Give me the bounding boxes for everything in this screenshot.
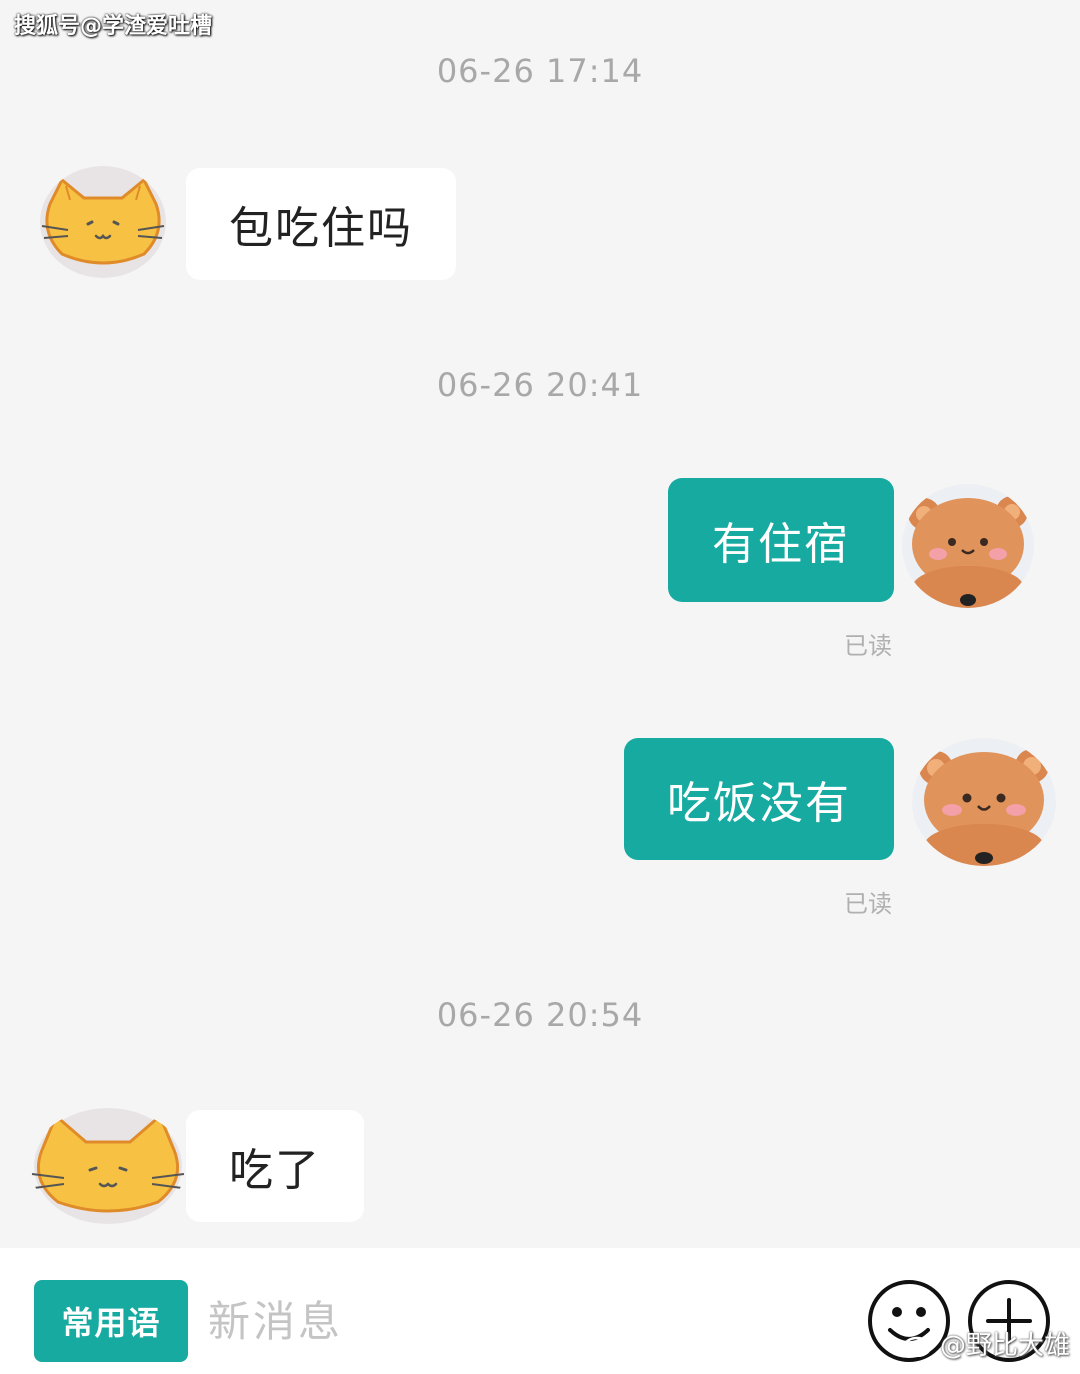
timestamp: 06-26 20:41 [436, 366, 644, 404]
message-bubble-outgoing[interactable]: 有住宿 [668, 478, 894, 602]
watermark-bottom-text: @野比大雄 [939, 1331, 1070, 1361]
self-avatar[interactable] [912, 738, 1056, 866]
message-bubble-incoming[interactable]: 吃了 [186, 1110, 364, 1222]
timestamp: 06-26 17:14 [436, 52, 644, 90]
quick-phrase-button[interactable]: 常用语 [34, 1280, 188, 1362]
cat-avatar-icon [40, 166, 166, 278]
watermark-top: 搜狐号@学渣爱吐槽 [14, 14, 213, 39]
weibo-logo-icon [902, 1333, 935, 1357]
self-avatar[interactable] [902, 484, 1034, 608]
read-status: 已读 [844, 632, 892, 660]
message-input[interactable] [208, 1286, 828, 1356]
message-bubble-outgoing[interactable]: 吃饭没有 [624, 738, 894, 860]
bear-avatar-icon [912, 738, 1056, 866]
cat-avatar-icon [31, 1108, 185, 1224]
contact-avatar[interactable] [40, 166, 166, 278]
timestamp: 06-26 20:54 [436, 996, 644, 1034]
watermark-bottom: @野比大雄 [902, 1325, 1070, 1362]
bear-avatar-icon [902, 484, 1034, 608]
message-bubble-incoming[interactable]: 包吃住吗 [186, 168, 456, 280]
contact-avatar[interactable] [30, 1108, 186, 1224]
read-status: 已读 [844, 890, 892, 918]
